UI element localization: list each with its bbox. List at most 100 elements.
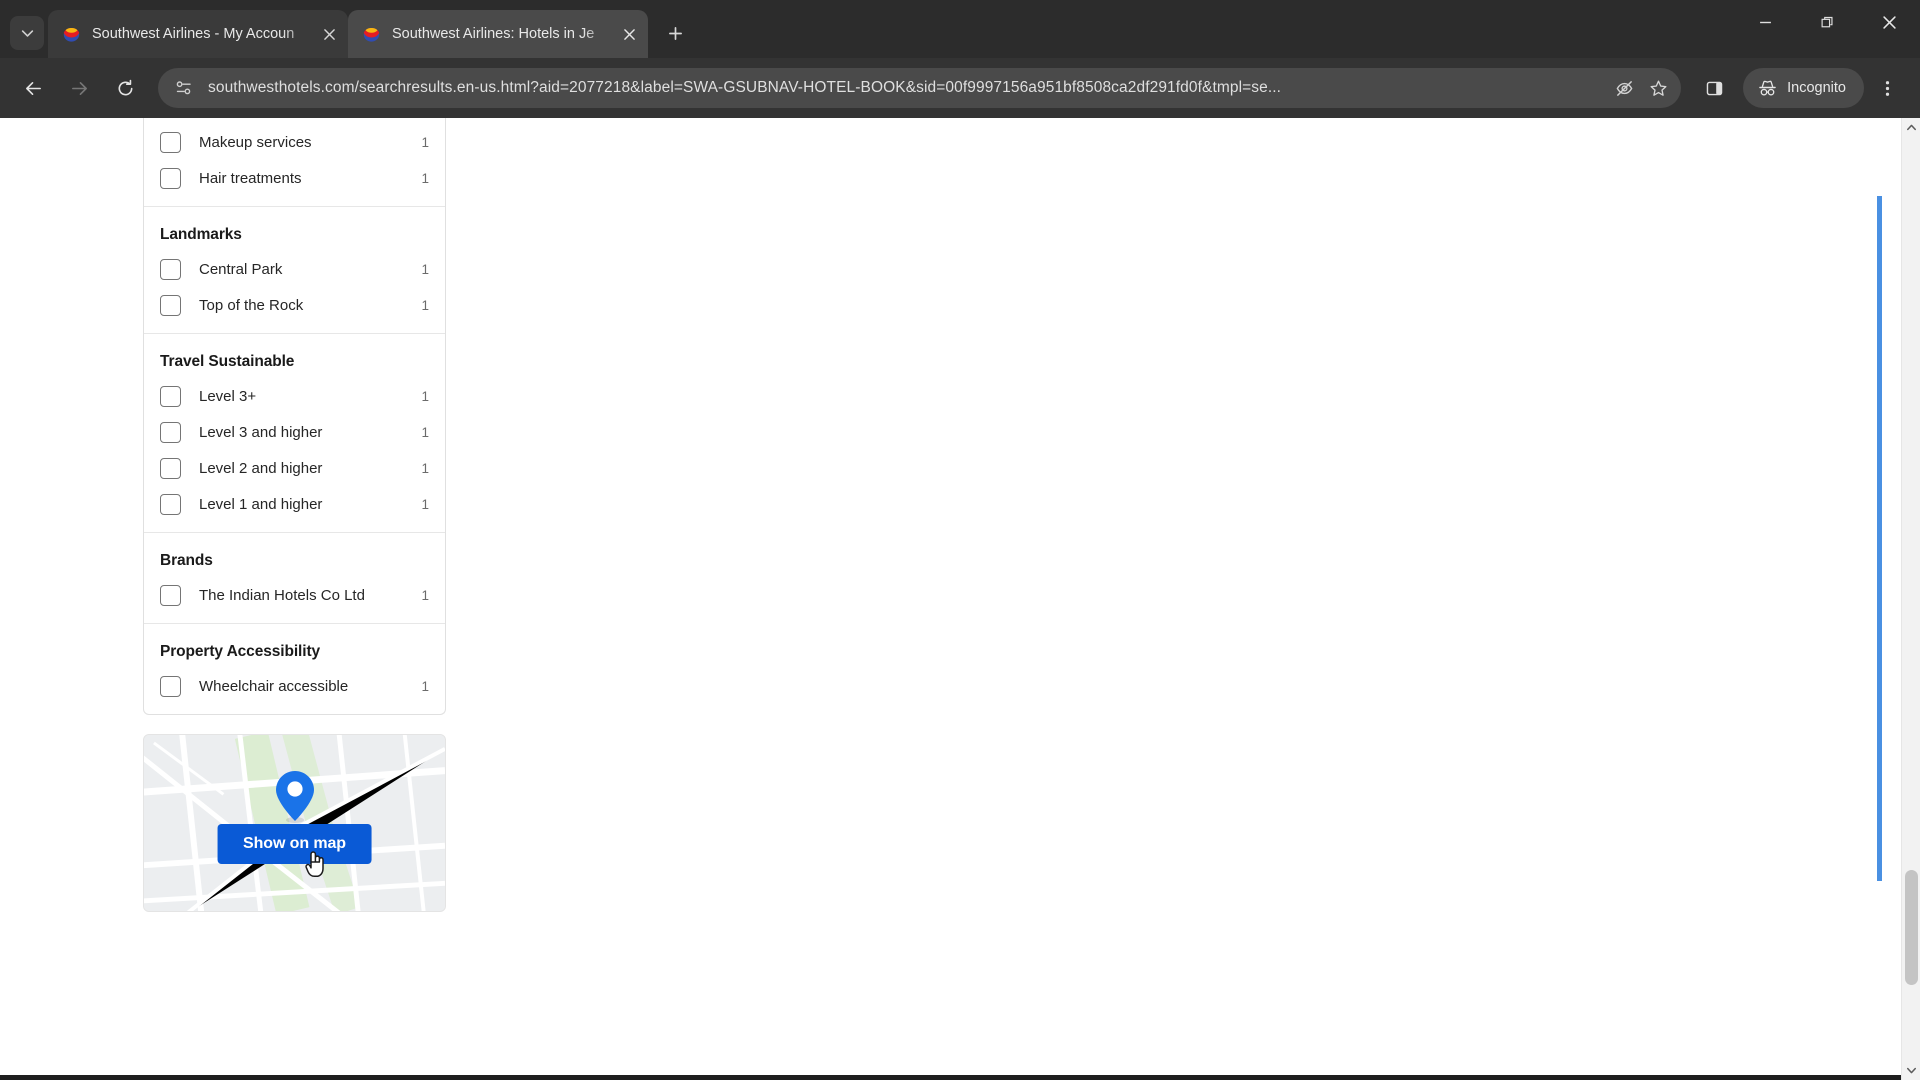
filter-count: 1 (421, 678, 429, 694)
page-viewport: Makeup services 1 Hair treatments 1 Land… (0, 118, 1920, 1080)
tracking-protection-button[interactable] (1609, 73, 1639, 103)
filter-row-level-1-and-higher[interactable]: Level 1 and higher 1 (160, 486, 429, 522)
filter-group-title: Travel Sustainable (160, 353, 295, 370)
tab-close-button[interactable] (316, 21, 342, 47)
tab-strip: Southwest Airlines - My Accoun Southwest… (0, 0, 1920, 58)
star-icon (1650, 80, 1667, 96)
checkbox[interactable] (160, 167, 181, 189)
maximize-button[interactable] (1796, 0, 1858, 44)
mouse-cursor-hand-icon (305, 851, 324, 878)
filter-label: Top of the Rock (199, 296, 304, 314)
bookmark-button[interactable] (1643, 73, 1673, 103)
page-info-icon[interactable] (174, 78, 194, 98)
filter-group: Makeup services 1 Hair treatments 1 (144, 118, 445, 196)
checkbox[interactable] (160, 131, 181, 153)
filter-label: Level 3 and higher (199, 423, 323, 441)
filter-row-hair-treatments[interactable]: Hair treatments 1 (160, 160, 429, 196)
filter-label: Level 2 and higher (199, 459, 323, 477)
scrollbar-thumb[interactable] (1905, 870, 1918, 985)
filter-count: 1 (421, 170, 429, 186)
chevron-down-icon (1906, 1067, 1916, 1074)
filter-row-level-2-and-higher[interactable]: Level 2 and higher 1 (160, 450, 429, 486)
forward-arrow-icon (71, 81, 87, 95)
filter-row-level-3-and-higher[interactable]: Level 3 and higher 1 (160, 414, 429, 450)
filter-count: 1 (421, 424, 429, 440)
filter-count: 1 (421, 496, 429, 512)
checkbox[interactable] (160, 675, 181, 697)
page-focus-indicator (1877, 196, 1882, 881)
checkbox[interactable] (160, 258, 181, 280)
chevron-up-icon (1906, 124, 1916, 131)
checkbox[interactable] (160, 493, 181, 515)
browser-tab-1[interactable]: Southwest Airlines - My Accoun (48, 10, 348, 58)
filter-label: Level 3+ (199, 387, 257, 405)
checkbox[interactable] (160, 457, 181, 479)
address-bar[interactable]: southwesthotels.com/searchresults.en-us.… (158, 68, 1682, 108)
checkbox[interactable] (160, 421, 181, 443)
filter-label: The Indian Hotels Co Ltd (199, 586, 365, 604)
page-content: Makeup services 1 Hair treatments 1 Land… (0, 118, 1901, 1080)
filter-group-landmarks: Landmarks Central Park 1 Top of the Rock… (144, 206, 445, 323)
checkbox[interactable] (160, 584, 181, 606)
restore-icon (1821, 16, 1833, 27)
scroll-down-button[interactable] (1902, 1061, 1920, 1080)
minimize-icon (1759, 21, 1771, 23)
chrome-menu-button[interactable] (1867, 68, 1907, 108)
minimize-button[interactable] (1734, 0, 1796, 44)
tab-title: Southwest Airlines - My Accoun (92, 26, 295, 42)
filter-row-central-park[interactable]: Central Park 1 (160, 251, 429, 287)
three-dot-menu-icon (1885, 80, 1889, 96)
checkbox[interactable] (160, 294, 181, 316)
filter-count: 1 (421, 134, 429, 150)
filter-row-makeup-services[interactable]: Makeup services 1 (160, 124, 429, 160)
map-pin-marker (273, 769, 317, 825)
filter-group-travel-sustainable: Travel Sustainable Level 3+ 1 Level 3 an… (144, 333, 445, 522)
close-window-button[interactable] (1858, 0, 1920, 44)
scroll-up-button[interactable] (1902, 118, 1920, 137)
forward-button[interactable] (59, 68, 99, 108)
show-on-map-button[interactable]: Show on map (217, 824, 372, 864)
filter-label: Makeup services (199, 133, 312, 151)
close-icon (323, 28, 335, 40)
plus-icon (668, 26, 682, 40)
filter-count: 1 (421, 460, 429, 476)
tab-search-button[interactable] (10, 16, 44, 50)
filter-label: Wheelchair accessible (199, 677, 349, 695)
filter-count: 1 (421, 297, 429, 313)
filter-label: Level 1 and higher (199, 495, 323, 513)
filter-row-wheelchair-accessible[interactable]: Wheelchair accessible 1 (160, 668, 429, 704)
filter-row-top-of-the-rock[interactable]: Top of the Rock 1 (160, 287, 429, 323)
page-scrollbar[interactable] (1901, 118, 1920, 1080)
reload-button[interactable] (105, 68, 145, 108)
profile-label: Incognito (1787, 80, 1846, 96)
browser-tab-2[interactable]: Southwest Airlines: Hotels in Je (348, 10, 648, 58)
incognito-icon (1759, 80, 1776, 96)
southwest-favicon-icon (363, 27, 380, 42)
filter-group-brands: Brands The Indian Hotels Co Ltd 1 (144, 532, 445, 613)
map-pin-icon (275, 771, 314, 823)
checkbox[interactable] (160, 385, 181, 407)
filter-panel: Makeup services 1 Hair treatments 1 Land… (143, 118, 446, 715)
filter-group-title: Property Accessibility (160, 643, 321, 660)
filter-row-level-3-plus[interactable]: Level 3+ 1 (160, 378, 429, 414)
side-panel-icon (1706, 81, 1722, 95)
filter-label: Central Park (199, 260, 283, 278)
back-button[interactable] (13, 68, 53, 108)
new-tab-button[interactable] (658, 16, 692, 50)
southwest-favicon-icon (63, 27, 80, 42)
map-thumbnail[interactable]: Show on map (143, 734, 446, 912)
filter-label: Hair treatments (199, 169, 302, 187)
filter-row-the-indian-hotels-co-ltd[interactable]: The Indian Hotels Co Ltd 1 (160, 577, 429, 613)
filter-group-title: Brands (160, 552, 213, 569)
window-controls (1734, 0, 1920, 58)
filter-count: 1 (421, 587, 429, 603)
side-panel-button[interactable] (1694, 68, 1734, 108)
tab-close-button[interactable] (616, 21, 642, 47)
close-icon (1882, 15, 1896, 29)
filters-sidebar: Makeup services 1 Hair treatments 1 Land… (143, 118, 446, 912)
url-text: southwesthotels.com/searchresults.en-us.… (208, 79, 1282, 96)
filter-group-title: Landmarks (160, 226, 242, 243)
filter-count: 1 (421, 261, 429, 277)
tab-title: Southwest Airlines: Hotels in Je (392, 26, 595, 42)
incognito-profile-button[interactable]: Incognito (1743, 68, 1864, 108)
